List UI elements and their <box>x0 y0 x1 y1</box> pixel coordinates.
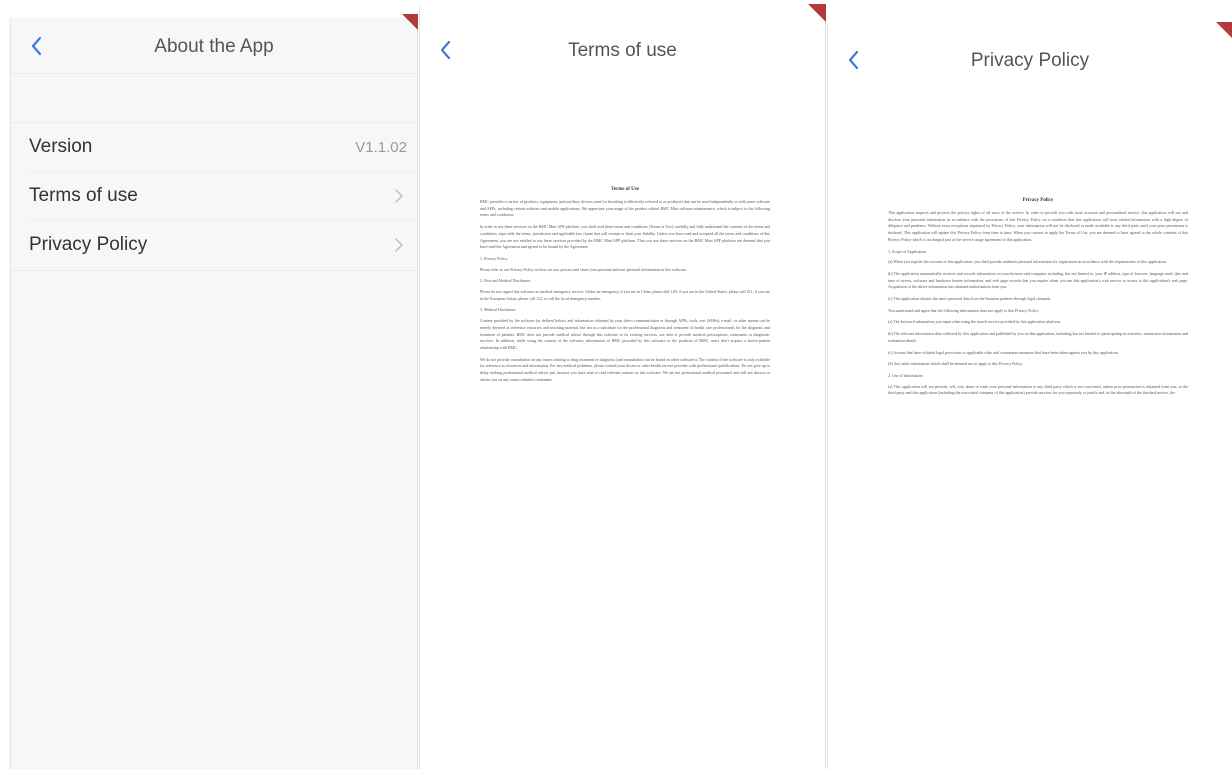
document-heading: 3. Medical Disclaimer <box>480 307 516 313</box>
document-heading: 1. Scope of Application <box>888 248 926 254</box>
page-title: About the App <box>154 36 274 57</box>
privacy-policy-screen: Privacy Policy Privacy Policy This appli… <box>827 24 1232 769</box>
page-title: Terms of use <box>568 40 677 61</box>
document-paragraph: Please do not regard this software as me… <box>480 289 770 301</box>
document-paragraph: (c) Actions that have violated legal pro… <box>888 349 1119 355</box>
document-heading: 1. Privacy Policy <box>480 255 508 261</box>
document-title: Privacy Policy <box>1022 198 1054 203</box>
page-title: Privacy Policy <box>970 50 1090 71</box>
version-value: V1.1.02 <box>355 139 407 156</box>
version-label: Version <box>29 136 93 157</box>
terms-topbar: Terms of use <box>420 6 825 62</box>
document-paragraph: In order to use these services on the BM… <box>480 224 770 250</box>
about-settings-list: Version V1.1.02 Terms of use Privacy Pol… <box>11 122 417 271</box>
terms-of-use-label: Terms of use <box>29 185 138 206</box>
about-app-screen: About the App Version V1.1.02 Terms of u… <box>10 18 418 769</box>
chevron-right-icon <box>393 237 405 253</box>
document-paragraph: (a) The keyword information you input wh… <box>888 319 1061 325</box>
document-heading: 2. Use of Information <box>888 372 923 378</box>
document-paragraph: This application respects and protects t… <box>888 210 1188 242</box>
corner-mark <box>1216 22 1232 38</box>
terms-of-use-row[interactable]: Terms of use <box>29 172 417 221</box>
chevron-right-icon <box>393 188 405 204</box>
document-paragraph: We do not provide consultation on any is… <box>480 356 770 382</box>
document-paragraph: BMC provides a variety of products, equi… <box>480 199 770 218</box>
privacy-document: Privacy Policy This application respects… <box>888 198 1188 402</box>
document-paragraph: (c) This application obtains the user's … <box>888 296 1052 302</box>
document-paragraph: (a) When you register the account of thi… <box>888 259 1167 265</box>
document-title: Terms of Use <box>611 187 639 192</box>
document-paragraph: (b) The relevant information data collec… <box>888 331 1188 343</box>
about-app-topbar: About the App <box>11 18 417 74</box>
document-paragraph: (d) Any other information which shall be… <box>888 361 1024 367</box>
terms-document: Terms of Use BMC provides a variety of p… <box>480 187 770 388</box>
document-heading: 2. First-aid Medical Disclaimer <box>480 278 531 284</box>
document-paragraph: (b) The application automatically receiv… <box>888 270 1188 290</box>
version-row: Version V1.1.02 <box>29 123 417 172</box>
document-paragraph: You understand and agree that the follow… <box>888 307 1040 313</box>
terms-of-use-screen: Terms of use Terms of Use BMC provides a… <box>419 6 826 769</box>
document-paragraph: Content provided by the software (as def… <box>480 318 770 350</box>
privacy-topbar: Privacy Policy <box>828 24 1232 80</box>
privacy-policy-row[interactable]: Privacy Policy <box>29 221 417 270</box>
document-paragraph: (a) This application will not provide, s… <box>888 383 1188 396</box>
corner-mark <box>402 14 418 30</box>
corner-mark <box>808 4 826 22</box>
privacy-policy-label: Privacy Policy <box>29 234 148 255</box>
document-paragraph: Please refer to our Privacy Policy on ho… <box>480 266 687 272</box>
